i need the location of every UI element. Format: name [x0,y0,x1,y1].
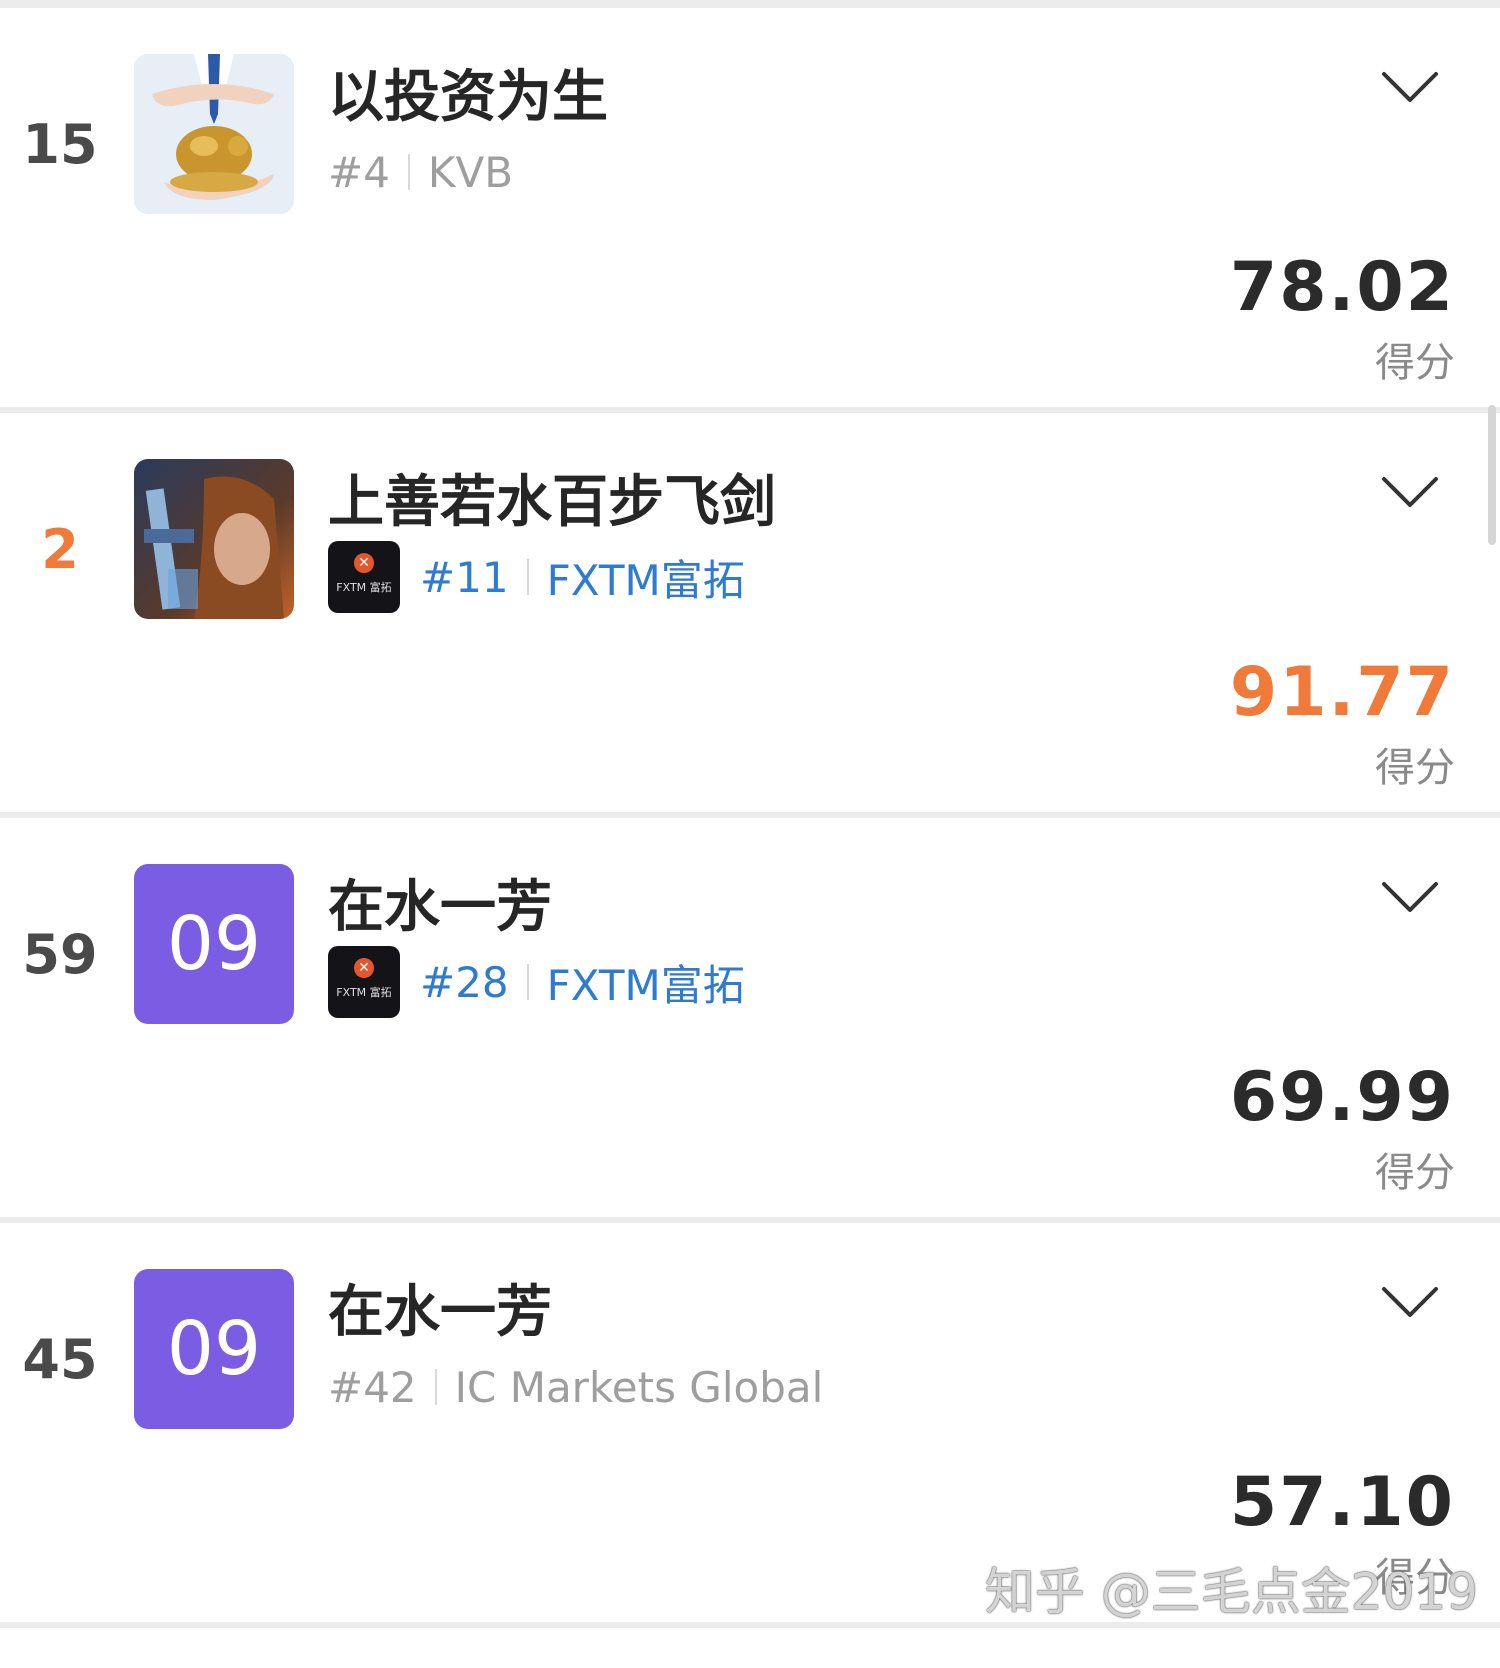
separator [526,559,529,595]
avatar: 09 [134,864,294,1024]
separator [407,154,410,190]
user-name: 在水一芳 [328,1280,552,1345]
broker-logo-text: FXTM 富拓 [336,986,392,999]
broker-logo-text: FXTM 富拓 [336,581,392,594]
rank-number: 15 [22,113,98,176]
score-value: 91.77 [1229,653,1455,732]
avatar: 09 [134,1269,294,1429]
top-divider [0,0,1500,8]
avatar [134,54,294,214]
ranking-row[interactable]: 15 以投资为生 #4 KVB 78.02 得分 [0,8,1500,413]
user-name: 在水一芳 [328,875,552,940]
rank-number: 2 [41,518,79,581]
broker-name[interactable]: FXTM富拓 [547,547,745,608]
broker-name: KVB [427,147,514,197]
separator [434,1369,437,1405]
piggybank-avatar-image [134,54,294,214]
broker-logo: ✕ FXTM 富拓 [328,946,400,1018]
avatar [134,459,294,619]
broker-logo: ✕ FXTM 富拓 [328,541,400,613]
rank-tag[interactable]: #11 [420,553,509,602]
score-label: 得分 [1375,1150,1455,1196]
user-name: 上善若水百步飞剑 [328,470,776,535]
fxtm-x-icon: ✕ [354,553,374,573]
score-value: 78.02 [1229,248,1455,327]
broker-name: IC Markets Global [454,1362,824,1412]
chevron-down-icon[interactable] [1380,473,1440,513]
chevron-down-icon[interactable] [1380,68,1440,108]
ranking-list: 15 以投资为生 #4 KVB 78.02 得分 2 上善若水百步飞剑 ✕ FX… [0,8,1500,1628]
ranking-row[interactable]: 2 上善若水百步飞剑 ✕ FXTM 富拓 #11 FXTM富拓 91.77 得分 [0,413,1500,818]
score-label: 得分 [1375,745,1455,791]
rank-broker-line: #4 KVB [328,136,513,208]
user-name: 以投资为生 [328,65,608,130]
rank-number: 45 [22,1328,98,1391]
chevron-down-icon[interactable] [1380,878,1440,918]
score-label: 得分 [1375,340,1455,386]
score-value: 57.10 [1229,1463,1455,1542]
rank-tag[interactable]: #28 [420,958,509,1007]
watermark: 知乎 @三毛点金2019 [984,1563,1478,1621]
rank-broker-line: #42 IC Markets Global [328,1351,823,1423]
score-value: 69.99 [1229,1058,1455,1137]
game-character-avatar-image [134,459,294,619]
rank-tag: #4 [328,147,390,197]
scrollbar[interactable] [1488,405,1496,545]
separator [526,964,529,1000]
fxtm-x-icon: ✕ [354,958,374,978]
chevron-down-icon[interactable] [1380,1283,1440,1323]
rank-number: 59 [22,923,98,986]
rank-broker-line: ✕ FXTM 富拓 #11 FXTM富拓 [328,541,745,613]
rank-broker-line: ✕ FXTM 富拓 #28 FXTM富拓 [328,946,745,1018]
rank-tag: #42 [328,1362,417,1412]
broker-name[interactable]: FXTM富拓 [547,952,745,1013]
ranking-row[interactable]: 59 09 在水一芳 ✕ FXTM 富拓 #28 FXTM富拓 69.99 得分 [0,818,1500,1223]
